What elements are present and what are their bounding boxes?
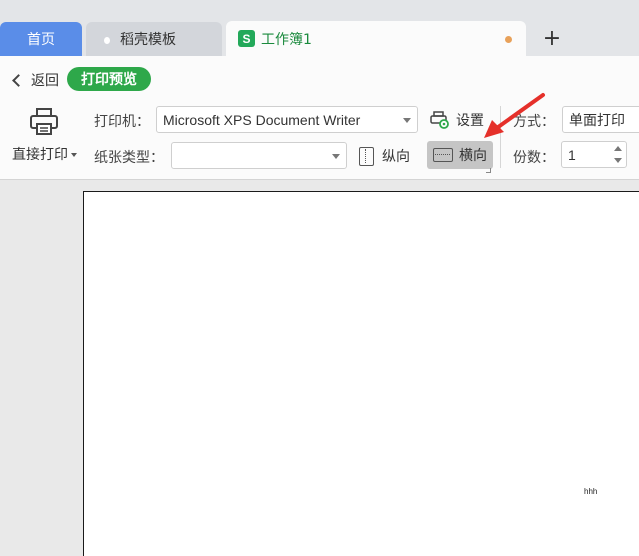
tab-templates[interactable]: 稻壳模板: [86, 22, 222, 56]
cell-text: hhh: [584, 487, 598, 496]
tab-workbook-label: 工作簿1: [261, 31, 312, 48]
copies-label: 份数：: [513, 150, 555, 166]
spreadsheet-s-icon: S: [238, 30, 255, 47]
chevron-down-icon: [332, 154, 340, 159]
print-preview-area: hhh: [0, 181, 639, 556]
printer-label: 打印机：: [94, 114, 150, 130]
printer-settings-icon: [430, 111, 449, 129]
tab-bar: 首页 稻壳模板 S 工作簿1 +: [0, 0, 639, 56]
portrait-page-icon: [359, 146, 374, 166]
print-preview-badge: 打印预览: [67, 67, 151, 91]
preview-page: hhh: [83, 191, 639, 556]
tab-workbook[interactable]: S 工作簿1: [226, 21, 526, 56]
landscape-page-icon: [433, 148, 453, 162]
direct-print-label: 直接打印: [12, 147, 68, 163]
unsaved-dot-icon: [505, 36, 512, 43]
printer-icon: [30, 108, 58, 135]
back-button[interactable]: 返回: [10, 70, 59, 90]
mode-select-value: 单面打印: [569, 111, 625, 128]
stepper-arrows-icon[interactable]: [614, 144, 622, 165]
tab-templates-label: 稻壳模板: [120, 32, 176, 48]
annotation-arrow-icon: [484, 93, 545, 138]
tab-home-label: 首页: [27, 32, 55, 48]
portrait-button[interactable]: 纵向: [359, 142, 410, 170]
mode-select[interactable]: 单面打印: [562, 106, 639, 133]
group-expand-corner-icon[interactable]: [486, 168, 491, 173]
tab-home[interactable]: 首页: [0, 22, 82, 56]
paper-type-select[interactable]: [171, 142, 347, 169]
printer-select[interactable]: Microsoft XPS Document Writer: [156, 106, 418, 133]
printer-select-value: Microsoft XPS Document Writer: [163, 111, 361, 128]
docer-flame-icon: [100, 31, 114, 47]
copies-value: 1: [568, 146, 576, 163]
portrait-label: 纵向: [382, 149, 410, 165]
back-label: 返回: [31, 73, 59, 89]
landscape-label: 横向: [459, 148, 487, 164]
chevron-down-icon: [71, 153, 77, 157]
chevron-down-icon: [403, 118, 411, 123]
paper-type-label: 纸张类型：: [94, 150, 164, 166]
copies-stepper[interactable]: 1: [561, 141, 627, 168]
direct-print-button[interactable]: 直接打印: [10, 106, 82, 166]
new-tab-button[interactable]: +: [540, 27, 564, 51]
chevron-left-icon: [12, 73, 25, 87]
